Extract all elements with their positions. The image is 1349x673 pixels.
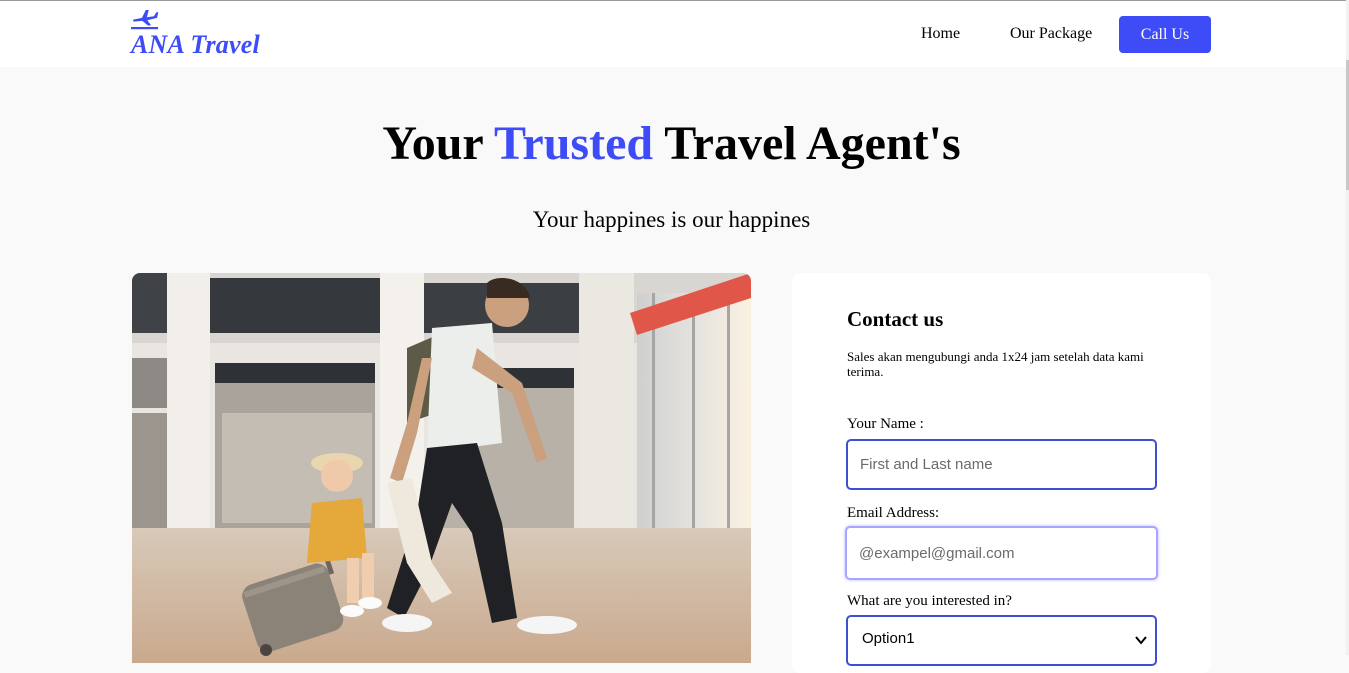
interest-label: What are you interested in? (847, 593, 1012, 609)
email-input[interactable] (845, 526, 1158, 580)
interest-selected-value: Option1 (862, 630, 915, 647)
brand-logo[interactable]: ANA Travel (131, 10, 271, 62)
brand-name: ANA Travel (131, 30, 260, 59)
interest-select[interactable]: Option1 (846, 615, 1157, 666)
hero-title-start: Your (382, 117, 494, 170)
call-us-button[interactable]: Call Us (1119, 16, 1211, 53)
hero-title: Your Trusted Travel Agent's (0, 116, 1343, 171)
nav-home-link[interactable]: Home (921, 25, 960, 43)
airplane-icon (131, 10, 159, 30)
hero-title-end: Travel Agent's (653, 117, 961, 170)
nav-package-link[interactable]: Our Package (1010, 25, 1092, 43)
contact-title: Contact us (847, 307, 944, 331)
chevron-down-icon (1135, 636, 1147, 645)
family-travel-photo (132, 273, 751, 663)
contact-card: Contact us Sales akan mengubungi anda 1x… (792, 273, 1211, 673)
contact-description: Sales akan mengubungi anda 1x24 jam sete… (847, 349, 1144, 379)
hero-photo (132, 273, 751, 663)
name-input[interactable] (846, 439, 1157, 490)
email-label: Email Address: (847, 505, 940, 521)
name-label: Your Name : (847, 416, 924, 432)
site-header: ANA Travel Home Our Package Call Us (0, 1, 1346, 67)
hero-title-accent: Trusted (493, 117, 654, 170)
hero-subtitle: Your happines is our happines (532, 207, 811, 232)
